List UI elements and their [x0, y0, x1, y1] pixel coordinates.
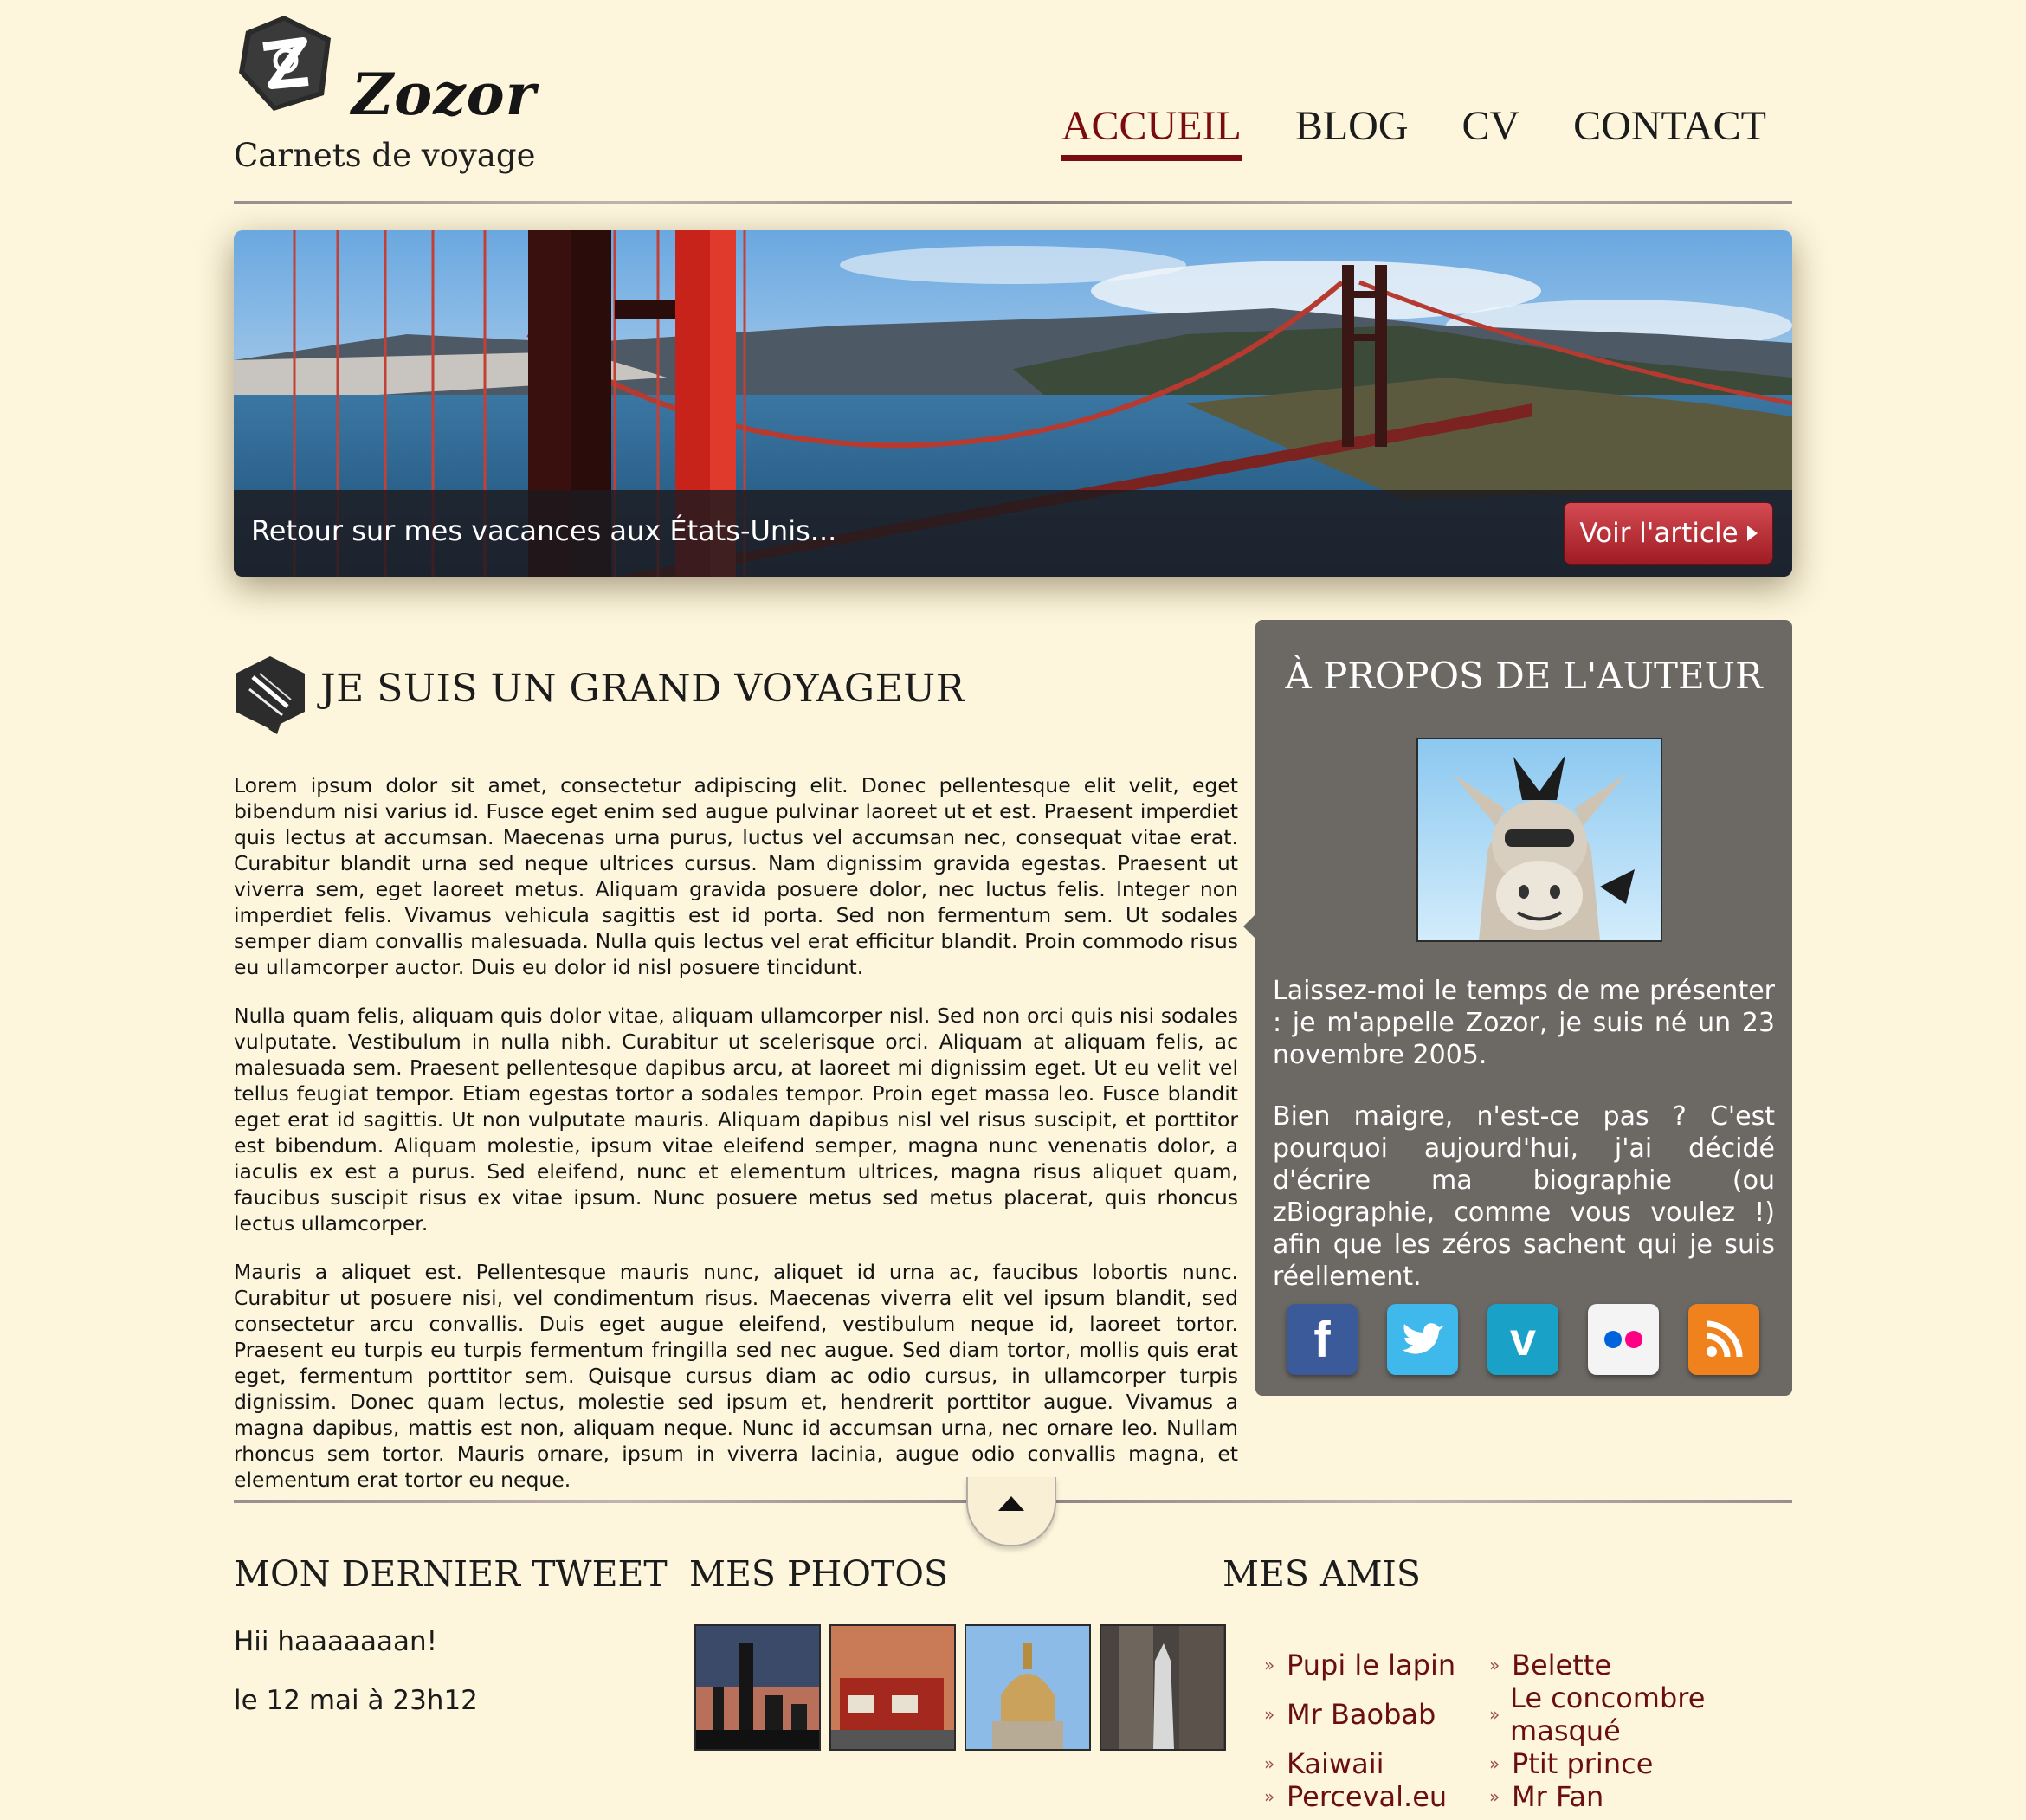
- friend-label: Le concombre masqué: [1510, 1681, 1706, 1747]
- author-title: À PROPOS DE L'AUTEUR: [1285, 655, 1763, 697]
- nav-cv[interactable]: CV: [1461, 102, 1520, 161]
- hero-caption: Retour sur mes vacances aux États-Unis..…: [251, 514, 837, 547]
- photo-thumbnail[interactable]: [694, 1624, 821, 1751]
- author-sidebar: À PROPOS DE L'AUTEUR Laissez-moi le temp…: [1243, 620, 1792, 1396]
- article-paragraph: Mauris a aliquet est. Pellentesque mauri…: [234, 1260, 1238, 1492]
- friend-label: Mr Fan: [1512, 1780, 1604, 1813]
- chevron-right-icon: »: [1489, 1704, 1500, 1725]
- read-article-button[interactable]: Voir l'article: [1564, 502, 1773, 565]
- chevron-right-icon: »: [1264, 1786, 1275, 1807]
- page-container: Zozor Carnets de voyage ACCUEIL BLOG CV …: [234, 0, 1792, 1820]
- friend-label: Pupi le lapin: [1287, 1649, 1456, 1681]
- header-divider: [234, 201, 1792, 204]
- friend-link[interactable]: » Mr Fan: [1489, 1780, 1801, 1813]
- tweet-title: MON DERNIER TWEET: [234, 1553, 668, 1595]
- friend-label: Mr Baobab: [1287, 1698, 1436, 1731]
- flickr-icon[interactable]: [1588, 1304, 1659, 1375]
- friend-label: Perceval.eu: [1287, 1780, 1448, 1813]
- read-article-label: Voir l'article: [1579, 518, 1739, 549]
- sidebar-notch: [1243, 914, 1255, 939]
- chevron-right-icon: »: [1264, 1753, 1275, 1774]
- chevron-right-icon: »: [1264, 1655, 1275, 1675]
- pen-ink-icon: [236, 656, 305, 734]
- twitter-icon[interactable]: [1387, 1304, 1458, 1375]
- photo-thumbnail[interactable]: [829, 1624, 956, 1751]
- photo-gallery: [694, 1624, 1226, 1751]
- chevron-right-icon: »: [1264, 1704, 1275, 1725]
- section-title: JE SUIS UN GRAND VOYAGEUR: [320, 667, 965, 711]
- friend-label: Ptit prince: [1512, 1747, 1654, 1780]
- photo-thumbnail[interactable]: [1100, 1624, 1226, 1751]
- chevron-right-icon: »: [1489, 1753, 1500, 1774]
- arrow-up-icon: [998, 1495, 1024, 1511]
- author-bio-paragraph: Bien maigre, n'est-ce pas ? C'est pourqu…: [1273, 1101, 1775, 1292]
- back-to-top-button[interactable]: [966, 1477, 1056, 1546]
- main-nav: ACCUEIL BLOG CV CONTACT: [1061, 102, 1766, 161]
- article-body: Lorem ipsum dolor sit amet, consectetur …: [234, 772, 1238, 1515]
- chevron-right-icon: »: [1489, 1786, 1500, 1807]
- facebook-icon[interactable]: f: [1287, 1304, 1358, 1375]
- friends-title: MES AMIS: [1223, 1553, 1421, 1595]
- nav-accueil[interactable]: ACCUEIL: [1061, 102, 1242, 161]
- site-tagline: Carnets de voyage: [234, 137, 536, 174]
- tweet-date: le 12 mai à 23h12: [234, 1685, 478, 1716]
- zozor-logo-icon[interactable]: [234, 12, 336, 114]
- zozor-donkey-icon: [1453, 755, 1635, 940]
- vimeo-icon[interactable]: v: [1487, 1304, 1558, 1375]
- play-arrow-icon: [1746, 526, 1758, 541]
- friends-list: » Pupi le lapin » Belette » Mr Baobab » Le c…: [1264, 1649, 1801, 1813]
- social-links: f v: [1287, 1304, 1759, 1375]
- friend-link[interactable]: » Perceval.eu: [1264, 1780, 1489, 1813]
- nav-blog[interactable]: BLOG: [1295, 102, 1409, 161]
- friend-link[interactable]: » Kaiwaii: [1264, 1747, 1489, 1780]
- article-paragraph: Lorem ipsum dolor sit amet, consectetur …: [234, 773, 1238, 979]
- friend-link[interactable]: » Belette: [1489, 1649, 1801, 1681]
- chevron-right-icon: »: [1489, 1655, 1500, 1675]
- author-bio: Laissez-moi le temps de me présenter : j…: [1273, 975, 1775, 1322]
- rss-icon[interactable]: [1688, 1304, 1759, 1375]
- site-name[interactable]: Zozor: [352, 61, 536, 128]
- friend-link[interactable]: » Le concombre masqué: [1489, 1681, 1801, 1747]
- author-bio-paragraph: Laissez-moi le temps de me présenter : j…: [1273, 976, 1775, 1070]
- article-paragraph: Nulla quam felis, aliquam quis dolor vit…: [234, 1004, 1238, 1236]
- nav-contact[interactable]: CONTACT: [1573, 102, 1766, 161]
- friend-link[interactable]: » Mr Baobab: [1264, 1681, 1489, 1747]
- friend-link[interactable]: » Ptit prince: [1489, 1747, 1801, 1780]
- photo-thumbnail[interactable]: [965, 1624, 1091, 1751]
- friend-label: Belette: [1512, 1649, 1611, 1681]
- photos-title: MES PHOTOS: [689, 1553, 949, 1595]
- tweet-text: Hii haaaaaaan!: [234, 1626, 438, 1657]
- hero-caption-bar: Retour sur mes vacances aux États-Unis..…: [234, 490, 1792, 577]
- hero-banner: Retour sur mes vacances aux États-Unis..…: [234, 230, 1792, 577]
- author-avatar: [1416, 738, 1662, 942]
- friend-label: Kaiwaii: [1287, 1747, 1384, 1780]
- friend-link[interactable]: » Pupi le lapin: [1264, 1649, 1489, 1681]
